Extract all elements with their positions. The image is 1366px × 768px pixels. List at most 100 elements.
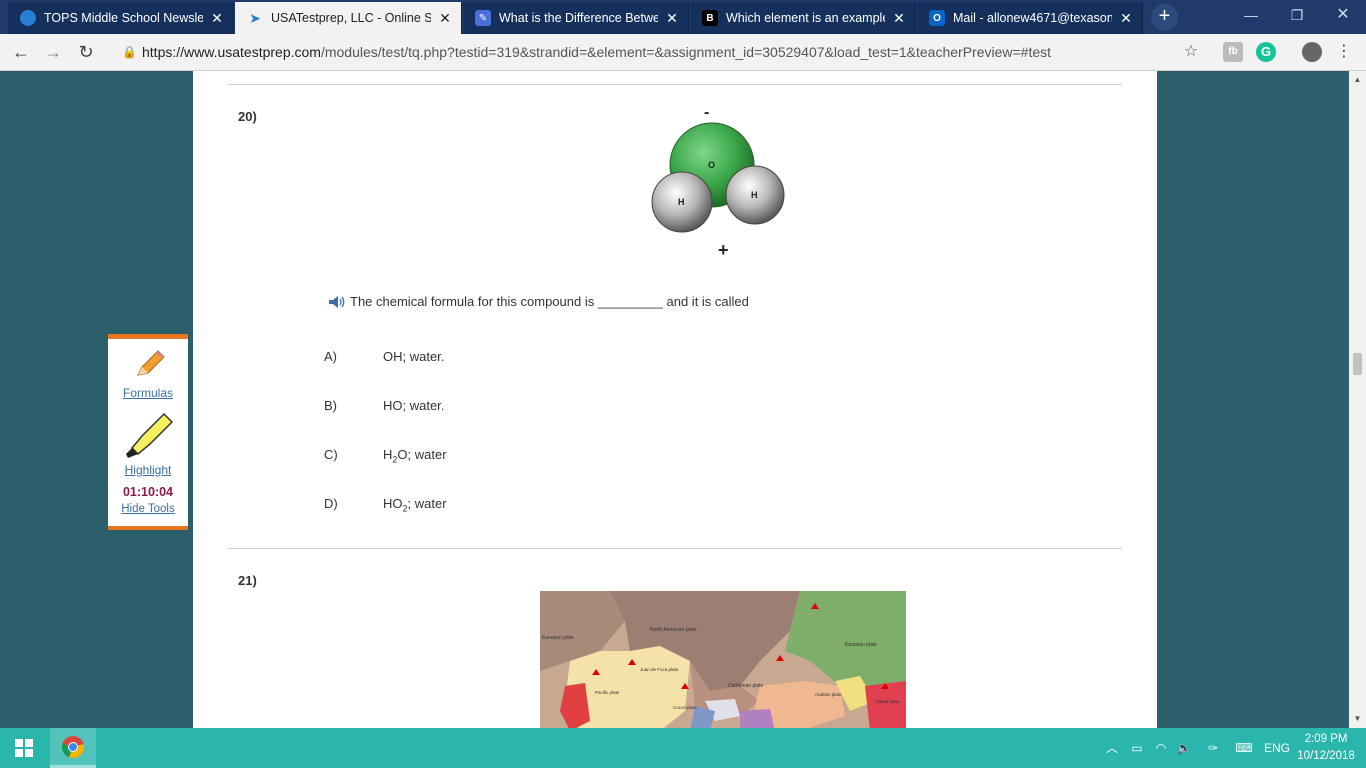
tab-title: Mail - allonew4671@texasonli: [953, 11, 1112, 25]
divider: [228, 84, 1122, 85]
choice-letter: D): [324, 496, 338, 511]
hide-tools-link[interactable]: Hide Tools: [108, 503, 188, 515]
choice-letter: B): [324, 398, 337, 413]
tab-title: What is the Difference Between: [499, 11, 658, 25]
tab-usatestprep[interactable]: ➤ USATestprep, LLC - Online Stat ✕: [235, 2, 462, 34]
back-button[interactable]: ←: [8, 39, 34, 65]
scroll-up-arrow-icon[interactable]: ▲: [1349, 75, 1366, 84]
choice-letter: A): [324, 349, 337, 364]
tab-mail[interactable]: O Mail - allonew4671@texasonli ✕: [917, 2, 1143, 34]
clock-date: 10/12/2018: [1297, 750, 1355, 762]
address-bar[interactable]: 🔒 https://www.usatestprep.com/modules/te…: [112, 38, 1212, 67]
chrome-taskbar-button[interactable]: [50, 728, 96, 768]
menu-kebab-icon[interactable]: ⋮: [1334, 42, 1354, 62]
system-clock[interactable]: 2:09 PM 10/12/2018: [1290, 731, 1362, 765]
brainly-icon: B: [702, 10, 718, 26]
answer-choice-b[interactable]: B) HO; water.: [324, 398, 444, 413]
test-tools-panel: Formulas Highlight 01:10:04 Hide Tools: [108, 334, 188, 530]
speaker-icon[interactable]: [328, 295, 346, 309]
highlighter-icon[interactable]: [120, 408, 176, 458]
chrome-icon: [62, 735, 84, 758]
tab-brainly[interactable]: B Which element is an example of ✕: [690, 2, 916, 34]
hydrogen-label-right: H: [751, 190, 758, 200]
windows-logo-icon: [15, 739, 33, 757]
close-icon[interactable]: ✕: [891, 10, 907, 27]
map-label: Cocos plate: [673, 705, 697, 710]
minimize-button[interactable]: —: [1228, 0, 1274, 30]
choice-letter: C): [324, 447, 338, 462]
volume-icon[interactable]: 🔈: [1175, 728, 1193, 768]
tab-title: Which element is an example of: [726, 11, 885, 25]
outlook-icon: O: [929, 10, 945, 26]
reload-button[interactable]: ↻: [73, 39, 99, 65]
grammarly-icon[interactable]: G: [1256, 42, 1276, 62]
water-molecule-diagram: - O H H +: [651, 104, 785, 260]
map-label: North American plate: [650, 627, 697, 633]
close-window-button[interactable]: ✕: [1320, 0, 1366, 30]
map-label: Pacific plate: [595, 690, 620, 695]
answer-choice-d[interactable]: D) HO2; water: [324, 496, 447, 514]
cursor-icon: ➤: [249, 9, 261, 26]
language-indicator[interactable]: ENG: [1262, 728, 1292, 768]
highlight-link[interactable]: Highlight: [108, 463, 188, 477]
browser-toolbar: ← → ↻ 🔒 https://www.usatestprep.com/modu…: [0, 34, 1366, 71]
question-number: 20): [238, 109, 257, 124]
close-icon[interactable]: ✕: [437, 10, 453, 27]
pen-icon: ✎: [475, 10, 491, 26]
browser-tab-bar: TOPS Middle School Newsletter ✕ ➤ USATes…: [0, 0, 1366, 34]
question-prompt: The chemical formula for this compound i…: [328, 294, 749, 309]
map-label: Indian plate: [876, 699, 900, 704]
map-label: Eurasian plate: [845, 642, 877, 648]
maximize-button[interactable]: ❐: [1274, 0, 1320, 30]
prompt-text: The chemical formula for this compound i…: [350, 294, 749, 309]
tab-tops-newsletter[interactable]: TOPS Middle School Newsletter ✕: [8, 2, 234, 34]
close-icon[interactable]: ✕: [664, 10, 680, 27]
url-host: https://www.usatestprep.com: [142, 44, 321, 60]
windows-taskbar: ︿ ▭ ◠ 🔈 ✑ ⌨ ENG 2:09 PM 10/12/2018: [0, 728, 1366, 768]
extension-icon[interactable]: fb: [1223, 42, 1243, 62]
profile-avatar[interactable]: [1302, 42, 1322, 62]
tab-title: USATestprep, LLC - Online Stat: [271, 11, 431, 25]
test-page: 20) - O H H + The chemical formula for t…: [193, 71, 1157, 728]
scrollbar-thumb[interactable]: [1353, 353, 1362, 375]
clock-time: 2:09 PM: [1304, 733, 1348, 745]
choice-text: HO; water.: [383, 398, 445, 413]
tab-title: TOPS Middle School Newsletter: [44, 11, 203, 25]
url-path: /modules/test/tq.php?testid=319&strandid…: [320, 44, 1052, 60]
answer-choice-c[interactable]: C) H2O; water: [324, 447, 447, 465]
forward-button[interactable]: →: [40, 39, 66, 65]
choice-text: HO2; water: [383, 496, 447, 514]
tab-difference-between[interactable]: ✎ What is the Difference Between ✕: [463, 2, 689, 34]
keyboard-icon[interactable]: ⌨: [1231, 728, 1257, 768]
negative-charge-label: -: [704, 104, 709, 121]
close-icon[interactable]: ✕: [209, 10, 225, 27]
map-label: Caribbean plate: [728, 683, 764, 689]
map-label: Juan de Fuca plate: [640, 667, 679, 672]
answer-choice-a[interactable]: A) OH; water.: [324, 349, 444, 364]
scroll-down-arrow-icon[interactable]: ▼: [1349, 714, 1366, 723]
formulas-link[interactable]: Formulas: [108, 386, 188, 400]
map-label: Arabian plate: [815, 692, 842, 697]
pencil-icon[interactable]: [128, 347, 168, 381]
globe-icon: [20, 10, 36, 26]
question-number: 21): [238, 573, 257, 588]
pen-tray-icon[interactable]: ✑: [1203, 728, 1223, 768]
map-label: Eurasian plate: [542, 635, 574, 641]
bookmark-star-icon[interactable]: ☆: [1181, 42, 1201, 62]
start-button[interactable]: [0, 728, 48, 768]
close-icon[interactable]: ✕: [1118, 10, 1134, 27]
battery-icon[interactable]: ▭: [1128, 728, 1146, 768]
choice-text: OH; water.: [383, 349, 445, 364]
oxygen-label: O: [708, 160, 715, 170]
wifi-icon[interactable]: ◠: [1152, 728, 1170, 768]
tectonic-plate-map: North American plate Eurasian plate Eura…: [540, 591, 906, 728]
lock-icon: 🔒: [122, 45, 137, 59]
tray-chevron-up-icon[interactable]: ︿: [1104, 728, 1120, 768]
new-tab-button[interactable]: +: [1151, 4, 1178, 31]
choice-text: H2O; water: [383, 447, 447, 465]
page-scrollbar[interactable]: ▲ ▼: [1349, 71, 1366, 728]
positive-charge-label: +: [718, 240, 729, 260]
test-timer: 01:10:04: [122, 485, 174, 499]
divider: [228, 548, 1122, 549]
hydrogen-label-left: H: [678, 197, 685, 207]
